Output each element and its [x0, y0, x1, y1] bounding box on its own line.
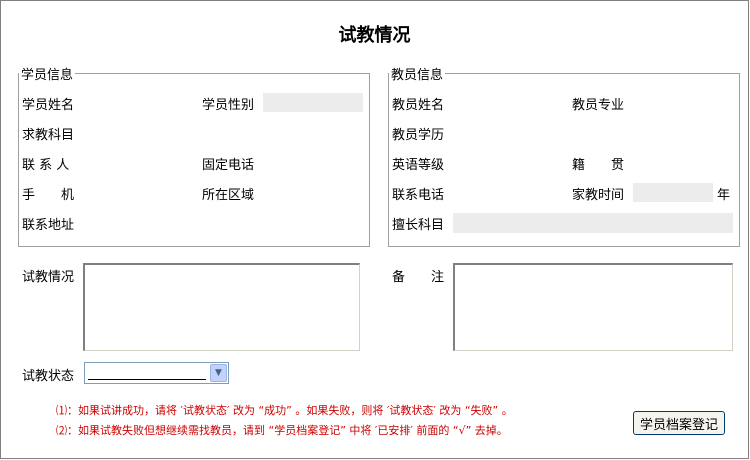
page-title: 试教情况 [338, 25, 411, 46]
contact-person-label: 联 系 人 [22, 158, 70, 173]
trial-status-label: 试教状态 [22, 369, 75, 384]
address-label: 联系地址 [22, 218, 75, 233]
note-success-failure: ⑴：如果试讲成功，请将 ′试教状态′ 改为 “成功” 。如果失败，则将 ′试教状… [56, 404, 513, 417]
mobile-label: 手 机 [22, 188, 75, 203]
year-suffix-label: 年 [717, 188, 731, 203]
teacher-info-legend: 教员信息 [391, 68, 444, 83]
specialty-label: 擅长科目 [392, 218, 445, 233]
student-gender-label: 学员性别 [202, 98, 255, 113]
landline-label: 固定电话 [202, 158, 255, 173]
note-continue-search: ⑵：如果试教失败但想继续需找教员，请到 “学员档案登记” 中将 ′已安排′ 前面… [56, 424, 508, 437]
teacher-education-label: 教员学历 [392, 128, 445, 143]
hometown-label: 籍 贯 [572, 158, 625, 173]
select-underline [88, 379, 206, 380]
tutoring-time-label: 家教时间 [572, 188, 625, 203]
student-info-legend: 学员信息 [21, 68, 74, 83]
teacher-major-label: 教员专业 [572, 98, 625, 113]
tutoring-time-field[interactable] [633, 183, 713, 202]
student-gender-field[interactable] [263, 93, 363, 112]
form-window: 试教情况 学员信息 学员姓名 学员性别 求教科目 联 系 人 固定电话 手 机 … [0, 0, 749, 459]
trial-situation-textarea[interactable] [83, 263, 360, 351]
student-name-label: 学员姓名 [22, 98, 75, 113]
subject-label: 求教科目 [22, 128, 75, 143]
trial-situation-label: 试教情况 [22, 270, 75, 285]
teacher-phone-label: 联系电话 [392, 188, 445, 203]
trial-status-select[interactable]: ▼ [84, 362, 229, 384]
chevron-down-icon[interactable]: ▼ [210, 364, 227, 382]
english-level-label: 英语等级 [392, 158, 445, 173]
remarks-label: 备 注 [392, 270, 445, 285]
teacher-name-label: 教员姓名 [392, 98, 445, 113]
student-archive-register-button[interactable]: 学员档案登记 [633, 411, 725, 435]
area-label: 所在区域 [202, 188, 255, 203]
specialty-field[interactable] [453, 213, 733, 233]
remarks-textarea[interactable] [453, 263, 733, 351]
